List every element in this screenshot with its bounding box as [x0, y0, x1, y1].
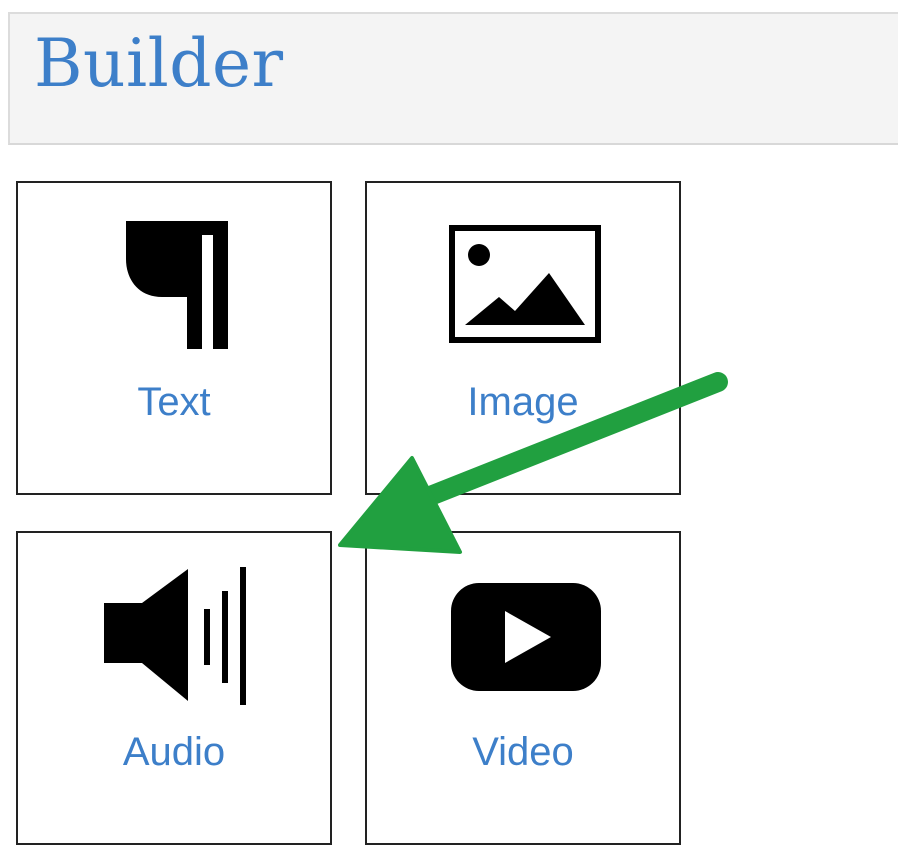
- builder-panel: Builder Text Image Audio Video: [0, 0, 898, 859]
- audio-block-button[interactable]: Audio: [16, 531, 332, 845]
- speaker-icon: [18, 533, 330, 723]
- image-icon: [367, 183, 679, 373]
- panel-title: Builder: [34, 25, 284, 102]
- pilcrow-icon: [18, 183, 330, 373]
- video-block-button[interactable]: Video: [365, 531, 681, 845]
- text-block-label: Text: [137, 380, 211, 424]
- video-block-label: Video: [472, 730, 574, 774]
- text-block-button[interactable]: Text: [16, 181, 332, 495]
- audio-block-label: Audio: [122, 730, 226, 774]
- image-block-button[interactable]: Image: [365, 181, 681, 495]
- play-icon: [367, 533, 679, 723]
- image-block-label: Image: [467, 380, 579, 424]
- panel-header: Builder: [8, 12, 898, 145]
